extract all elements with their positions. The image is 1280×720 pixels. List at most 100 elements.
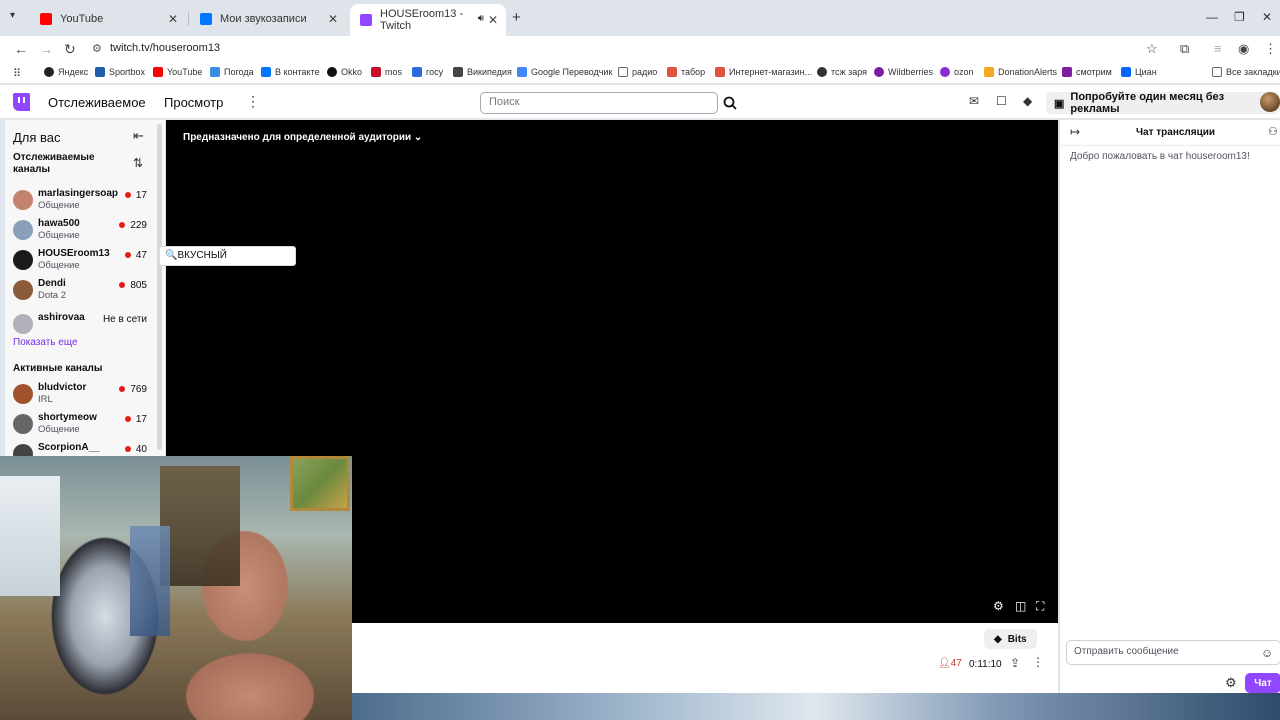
bookmark-item[interactable]: Википедия [453, 67, 512, 77]
bookmark-item[interactable]: Google Переводчик [517, 67, 612, 77]
channel-name: ScorpionA__ [38, 442, 100, 453]
search-icon[interactable] [718, 92, 742, 114]
live-dot-icon [124, 416, 131, 423]
nav-following[interactable]: Отслеживаемое [48, 95, 146, 110]
bookmark-item[interactable]: смотрим [1062, 67, 1112, 77]
sidebar-channel[interactable]: hawa500 Общение 229 [13, 218, 153, 246]
bookmark-item[interactable]: Погода [210, 67, 254, 77]
bookmark-item[interactable]: Интернет-магазин... [715, 67, 812, 77]
show-more-link[interactable]: Показать еще [13, 337, 78, 348]
bookmark-item[interactable]: YouTube [153, 67, 202, 77]
bookmark-item[interactable]: ozon [940, 67, 974, 77]
tab-youtube[interactable]: YouTube ✕ [30, 6, 186, 32]
avatar [13, 280, 33, 300]
bookmark-item[interactable]: Sportbox [95, 67, 145, 77]
avatar [13, 250, 33, 270]
nav-browse[interactable]: Просмотр [164, 95, 223, 110]
close-tab-icon[interactable]: ✕ [168, 12, 178, 26]
collapse-chat-icon[interactable]: ↦ [1070, 125, 1080, 139]
bookmark-item[interactable]: В контакте [261, 67, 320, 77]
twitch-logo-icon[interactable] [13, 93, 30, 111]
bookmark-star-icon[interactable]: ☆ [1146, 41, 1158, 57]
forward-icon[interactable]: → [39, 41, 53, 57]
sidebar-channel[interactable]: shortymeow Общение 17 [13, 412, 153, 440]
restore-icon[interactable]: ❐ [1234, 10, 1245, 24]
all-bookmarks[interactable]: Все закладки [1212, 67, 1280, 77]
sidebar-channel[interactable]: bludvictor IRL 769 [13, 382, 153, 410]
fullscreen-icon[interactable]: ⛶ [1036, 599, 1044, 614]
chat-input[interactable]: Отправить сообщение [1066, 640, 1280, 665]
bookmark-icon [44, 67, 54, 77]
audience-label[interactable]: Предназначено для определенной аудитории… [183, 132, 422, 143]
extensions-icon[interactable]: ⧉ [1180, 41, 1189, 57]
bookmark-item[interactable]: госу [412, 67, 443, 77]
bookmark-label: радио [632, 67, 658, 77]
followed-section-title: Отслеживаемые каналы [13, 152, 95, 175]
bookmark-item[interactable]: радио [618, 67, 657, 77]
settings-icon[interactable]: ⚙ [993, 599, 1004, 613]
inbox-icon[interactable]: ✉ [969, 94, 979, 108]
url-field[interactable]: twitch.tv/houseroom13 [110, 42, 220, 54]
live-dot-icon [124, 192, 131, 199]
channel-name: bludvictor [38, 382, 87, 393]
sort-icon[interactable]: ⇅ [133, 156, 143, 170]
bookmark-item[interactable]: Яндекс [44, 67, 88, 77]
collapse-sidebar-icon[interactable]: ⇤ [133, 128, 144, 144]
sidebar-channel[interactable]: HOUSEroom13 Общение 47 [13, 248, 153, 276]
chat-send-button[interactable]: Чат [1245, 673, 1280, 693]
bookmark-item[interactable]: Циан [1121, 67, 1157, 77]
close-tab-icon[interactable]: ✕ [328, 12, 338, 26]
bookmark-item[interactable]: Okko [327, 67, 362, 77]
sidebar-channel[interactable]: ScorpionA__ 40 [13, 442, 153, 456]
bookmarks-bar: ⠿ Яндекс Sportbox YouTube Погода В конта… [0, 62, 1280, 84]
profile-icon[interactable]: ◉ [1238, 41, 1249, 57]
tab-search-icon[interactable]: ▾ [10, 10, 15, 21]
emoji-icon[interactable]: ☺ [1261, 646, 1273, 660]
bookmark-icon [327, 67, 337, 77]
menu-icon[interactable]: ⋮ [1264, 41, 1277, 57]
turbo-promo-button[interactable]: ▣ Попробуйте один месяц без рекламы [1046, 91, 1280, 115]
more-icon[interactable]: ⋮ [1032, 655, 1044, 669]
avatar [13, 190, 33, 210]
tab-title: YouTube [60, 13, 104, 25]
reload-icon[interactable]: ↻ [64, 41, 76, 58]
back-icon[interactable]: ← [14, 41, 28, 57]
bookmark-item[interactable]: DonationAlerts [984, 67, 1057, 77]
tab-title: Мои звукозаписи [220, 13, 307, 25]
bookmark-item[interactable]: mos [371, 67, 402, 77]
site-info-icon[interactable]: ⚙ [92, 42, 102, 55]
new-tab-icon[interactable]: + [512, 9, 521, 26]
share-icon[interactable]: ⇪ [1010, 656, 1020, 670]
tab-twitch[interactable]: HOUSEroom13 - Twitch 🔊︎ ✕ [350, 4, 506, 36]
close-window-icon[interactable]: ✕ [1262, 10, 1272, 24]
bits-button[interactable]: ◆ Bits [984, 629, 1037, 649]
bookmark-item[interactable]: тсж заря [817, 67, 867, 77]
apps-icon[interactable]: ⠿ [13, 67, 21, 80]
bits-icon[interactable]: ◆ [1023, 94, 1032, 108]
ad-free-icon: ▣ [1054, 97, 1065, 110]
community-icon[interactable]: ⚇ [1268, 125, 1278, 138]
more-icon[interactable]: ⋮ [246, 93, 260, 110]
bookmark-item[interactable]: Wildberries [874, 67, 933, 77]
channel-name: HOUSEroom13 [38, 248, 110, 259]
minimize-icon[interactable]: — [1206, 10, 1218, 24]
channel-category: Общение [38, 260, 80, 271]
search-input[interactable]: Поиск [480, 92, 718, 114]
sidebar-scrollbar[interactable] [157, 124, 162, 450]
media-icon[interactable]: ≡ [1214, 41, 1222, 56]
bookmark-item[interactable]: табор [667, 67, 705, 77]
bookmark-label: смотрим [1076, 67, 1112, 77]
sidebar-channel[interactable]: marlasingersoap Общение 17 [13, 188, 153, 216]
user-avatar[interactable] [1260, 92, 1280, 112]
close-tab-icon[interactable]: ✕ [488, 13, 498, 27]
chat-header: ↦ Чат трансляции ⚇ [1060, 120, 1280, 146]
chat-settings-icon[interactable]: ⚙ [1225, 675, 1237, 691]
sidebar-channel[interactable]: ashirovaa Не в сети [13, 312, 153, 340]
tab-vk-audio[interactable]: Мои звукозаписи ✕ [190, 6, 346, 32]
speaker-icon[interactable]: 🔊︎ [478, 13, 484, 24]
viewer-count: 769 [119, 384, 147, 395]
theatre-mode-icon[interactable]: ◫ [1015, 599, 1026, 613]
whispers-icon[interactable]: ☐ [996, 94, 1007, 108]
viewers: 47 [135, 250, 147, 261]
sidebar-channel[interactable]: Dendi Dota 2 805 [13, 278, 153, 306]
